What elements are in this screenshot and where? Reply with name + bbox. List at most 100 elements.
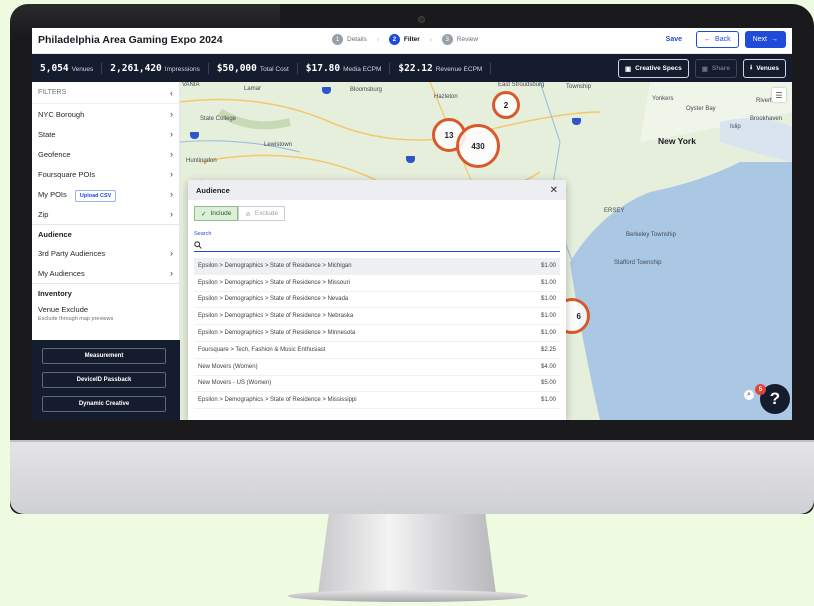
exclude-toggle[interactable]: ⊘ Exclude (238, 206, 285, 221)
step-filter[interactable]: 2 Filter (388, 34, 420, 45)
venue-exclude-item[interactable]: Venue Exclude Exclude through map previe… (32, 302, 179, 325)
share-button[interactable]: ▣ Share (694, 59, 737, 78)
list-item[interactable]: New Movers (Women) $4.00 (194, 359, 560, 376)
filter-my-audiences[interactable]: My Audiences › (32, 263, 179, 283)
map-label: Lewistown (264, 142, 293, 148)
filter-state[interactable]: State › (32, 124, 179, 144)
filter-geofence[interactable]: Geofence › (32, 144, 179, 164)
chevron-right-icon: › (170, 149, 173, 159)
map-label: Huntingdon (186, 158, 217, 164)
campaign-title: Philadelphia Area Gaming Expo 2024 (38, 34, 223, 46)
filter-label: My POIs (38, 189, 67, 199)
monitor-stand (318, 514, 496, 594)
audience-price: $5.00 (540, 380, 556, 387)
list-item[interactable]: Epsilon > Demographics > State of Reside… (194, 258, 560, 275)
zoom-search-icon[interactable]: ⌕ (744, 390, 754, 400)
check-icon: ✓ (201, 210, 207, 218)
chevron-right-icon: › (170, 248, 173, 258)
venue-cluster[interactable]: 2 (492, 91, 520, 119)
map-label: Bloomsburg (350, 87, 383, 93)
list-item[interactable]: Epsilon > Demographics > State of Reside… (194, 292, 560, 309)
upload-csv-button[interactable]: Upload CSV (74, 189, 117, 202)
highway-shield-icon (322, 87, 331, 94)
deviceid-passback-button[interactable]: DeviceID Passback (42, 372, 166, 388)
stat-value: $17.80 (305, 62, 341, 74)
chevron-right-icon: › (376, 35, 380, 44)
creative-specs-button[interactable]: ▣ Creative Specs (617, 59, 689, 78)
include-exclude-toggle: ✓ Include ⊘ Exclude (194, 206, 285, 221)
venues-download-button[interactable]: ⭳ Venues (742, 59, 786, 78)
stat-value: 5,054 (40, 62, 69, 74)
back-label: Back (715, 36, 731, 43)
collapse-icon[interactable]: ‹ (170, 88, 173, 98)
audience-price: $2.25 (540, 346, 556, 353)
webcam (418, 16, 425, 23)
list-item[interactable]: New Movers - US (Women) $5.00 (194, 376, 560, 393)
share-label: Share (711, 65, 730, 72)
chevron-right-icon: › (170, 169, 173, 179)
audience-price: $4.00 (540, 363, 556, 370)
highway-shield-icon (406, 156, 415, 163)
audience-name: Epsilon > Demographics > State of Reside… (198, 397, 357, 404)
creative-specs-label: Creative Specs (635, 65, 682, 72)
audience-price: $1.00 (540, 397, 556, 404)
list-item[interactable]: Epsilon > Demographics > State of Reside… (194, 325, 560, 342)
filter-zip[interactable]: Zip › (32, 204, 179, 224)
chevron-right-icon: › (170, 129, 173, 139)
inventory-section-header: Inventory (32, 283, 179, 302)
venue-exclude-subtitle: Exclude through map previews (38, 316, 114, 322)
dynamic-creative-button[interactable]: Dynamic Creative (42, 396, 166, 412)
map-label: VANIA (182, 82, 200, 88)
highway-shield-icon (572, 118, 581, 125)
venue-cluster[interactable]: 430 (456, 124, 500, 168)
app-screen: Philadelphia Area Gaming Expo 2024 1 Det… (32, 28, 792, 420)
search-icon (194, 240, 202, 249)
close-icon[interactable]: ✕ (550, 185, 558, 196)
step-details[interactable]: 1 Details (332, 34, 367, 45)
measurement-button[interactable]: Measurement (42, 348, 166, 364)
next-button[interactable]: Next → (744, 31, 786, 48)
step-label: Filter (403, 36, 420, 43)
map-label: Hazleton (434, 94, 458, 100)
step-review[interactable]: 3 Review (441, 34, 478, 45)
stat-value: 2,261,420 (110, 62, 162, 74)
stat-venues: 5,054 Venues (32, 62, 103, 74)
save-button[interactable]: Save (658, 32, 690, 47)
map-label: Lamar (244, 86, 262, 92)
search-input[interactable] (206, 241, 546, 248)
filter-my-pois[interactable]: My POIs Upload CSV › (32, 184, 179, 204)
step-label: Details (347, 36, 367, 43)
include-toggle[interactable]: ✓ Include (194, 206, 239, 221)
filter-nyc-borough[interactable]: NYC Borough › (32, 104, 179, 124)
venue-exclude-label: Venue Exclude (38, 305, 89, 314)
stat-impressions: 2,261,420 Impressions (102, 62, 209, 74)
list-item[interactable]: Foursquare > Tech, Fashion & Music Enthu… (194, 342, 560, 359)
image-icon: ▣ (624, 65, 632, 73)
step-number: 2 (388, 34, 400, 45)
filter-label: 3rd Party Audiences (38, 248, 106, 258)
map-legend-toggle-icon[interactable]: ☰ (772, 88, 786, 102)
chevron-right-icon: › (170, 189, 173, 199)
list-item[interactable]: Epsilon > Demographics > State of Reside… (194, 308, 560, 326)
stat-label: Total Cost (259, 65, 289, 73)
arrow-right-icon: → (771, 36, 778, 43)
list-item[interactable]: Epsilon > Demographics > State of Reside… (194, 275, 560, 292)
audience-section-header: Audience (32, 224, 179, 243)
filter-foursquare-pois[interactable]: Foursquare POIs › (32, 164, 179, 184)
audience-name: New Movers - US (Women) (198, 380, 272, 387)
list-item[interactable]: Epsilon > Demographics > State of Reside… (194, 392, 560, 410)
map-label: Township (566, 84, 592, 90)
map-label: Berkeley Township (626, 232, 676, 238)
audience-price: $1.00 (540, 330, 556, 337)
audience-name: Epsilon > Demographics > State of Reside… (198, 279, 350, 286)
chevron-right-icon: › (170, 109, 173, 119)
share-icon: ▣ (701, 65, 708, 73)
map-label: Yonkers (652, 96, 674, 102)
monitor-base (288, 590, 528, 602)
filters-title: FILTERS (38, 89, 67, 96)
chevron-right-icon: › (170, 209, 173, 219)
filter-label: NYC Borough (38, 109, 85, 119)
back-button[interactable]: ← Back (696, 31, 739, 48)
next-label: Next (752, 36, 767, 43)
filter-3rd-party-audiences[interactable]: 3rd Party Audiences › (32, 243, 179, 263)
